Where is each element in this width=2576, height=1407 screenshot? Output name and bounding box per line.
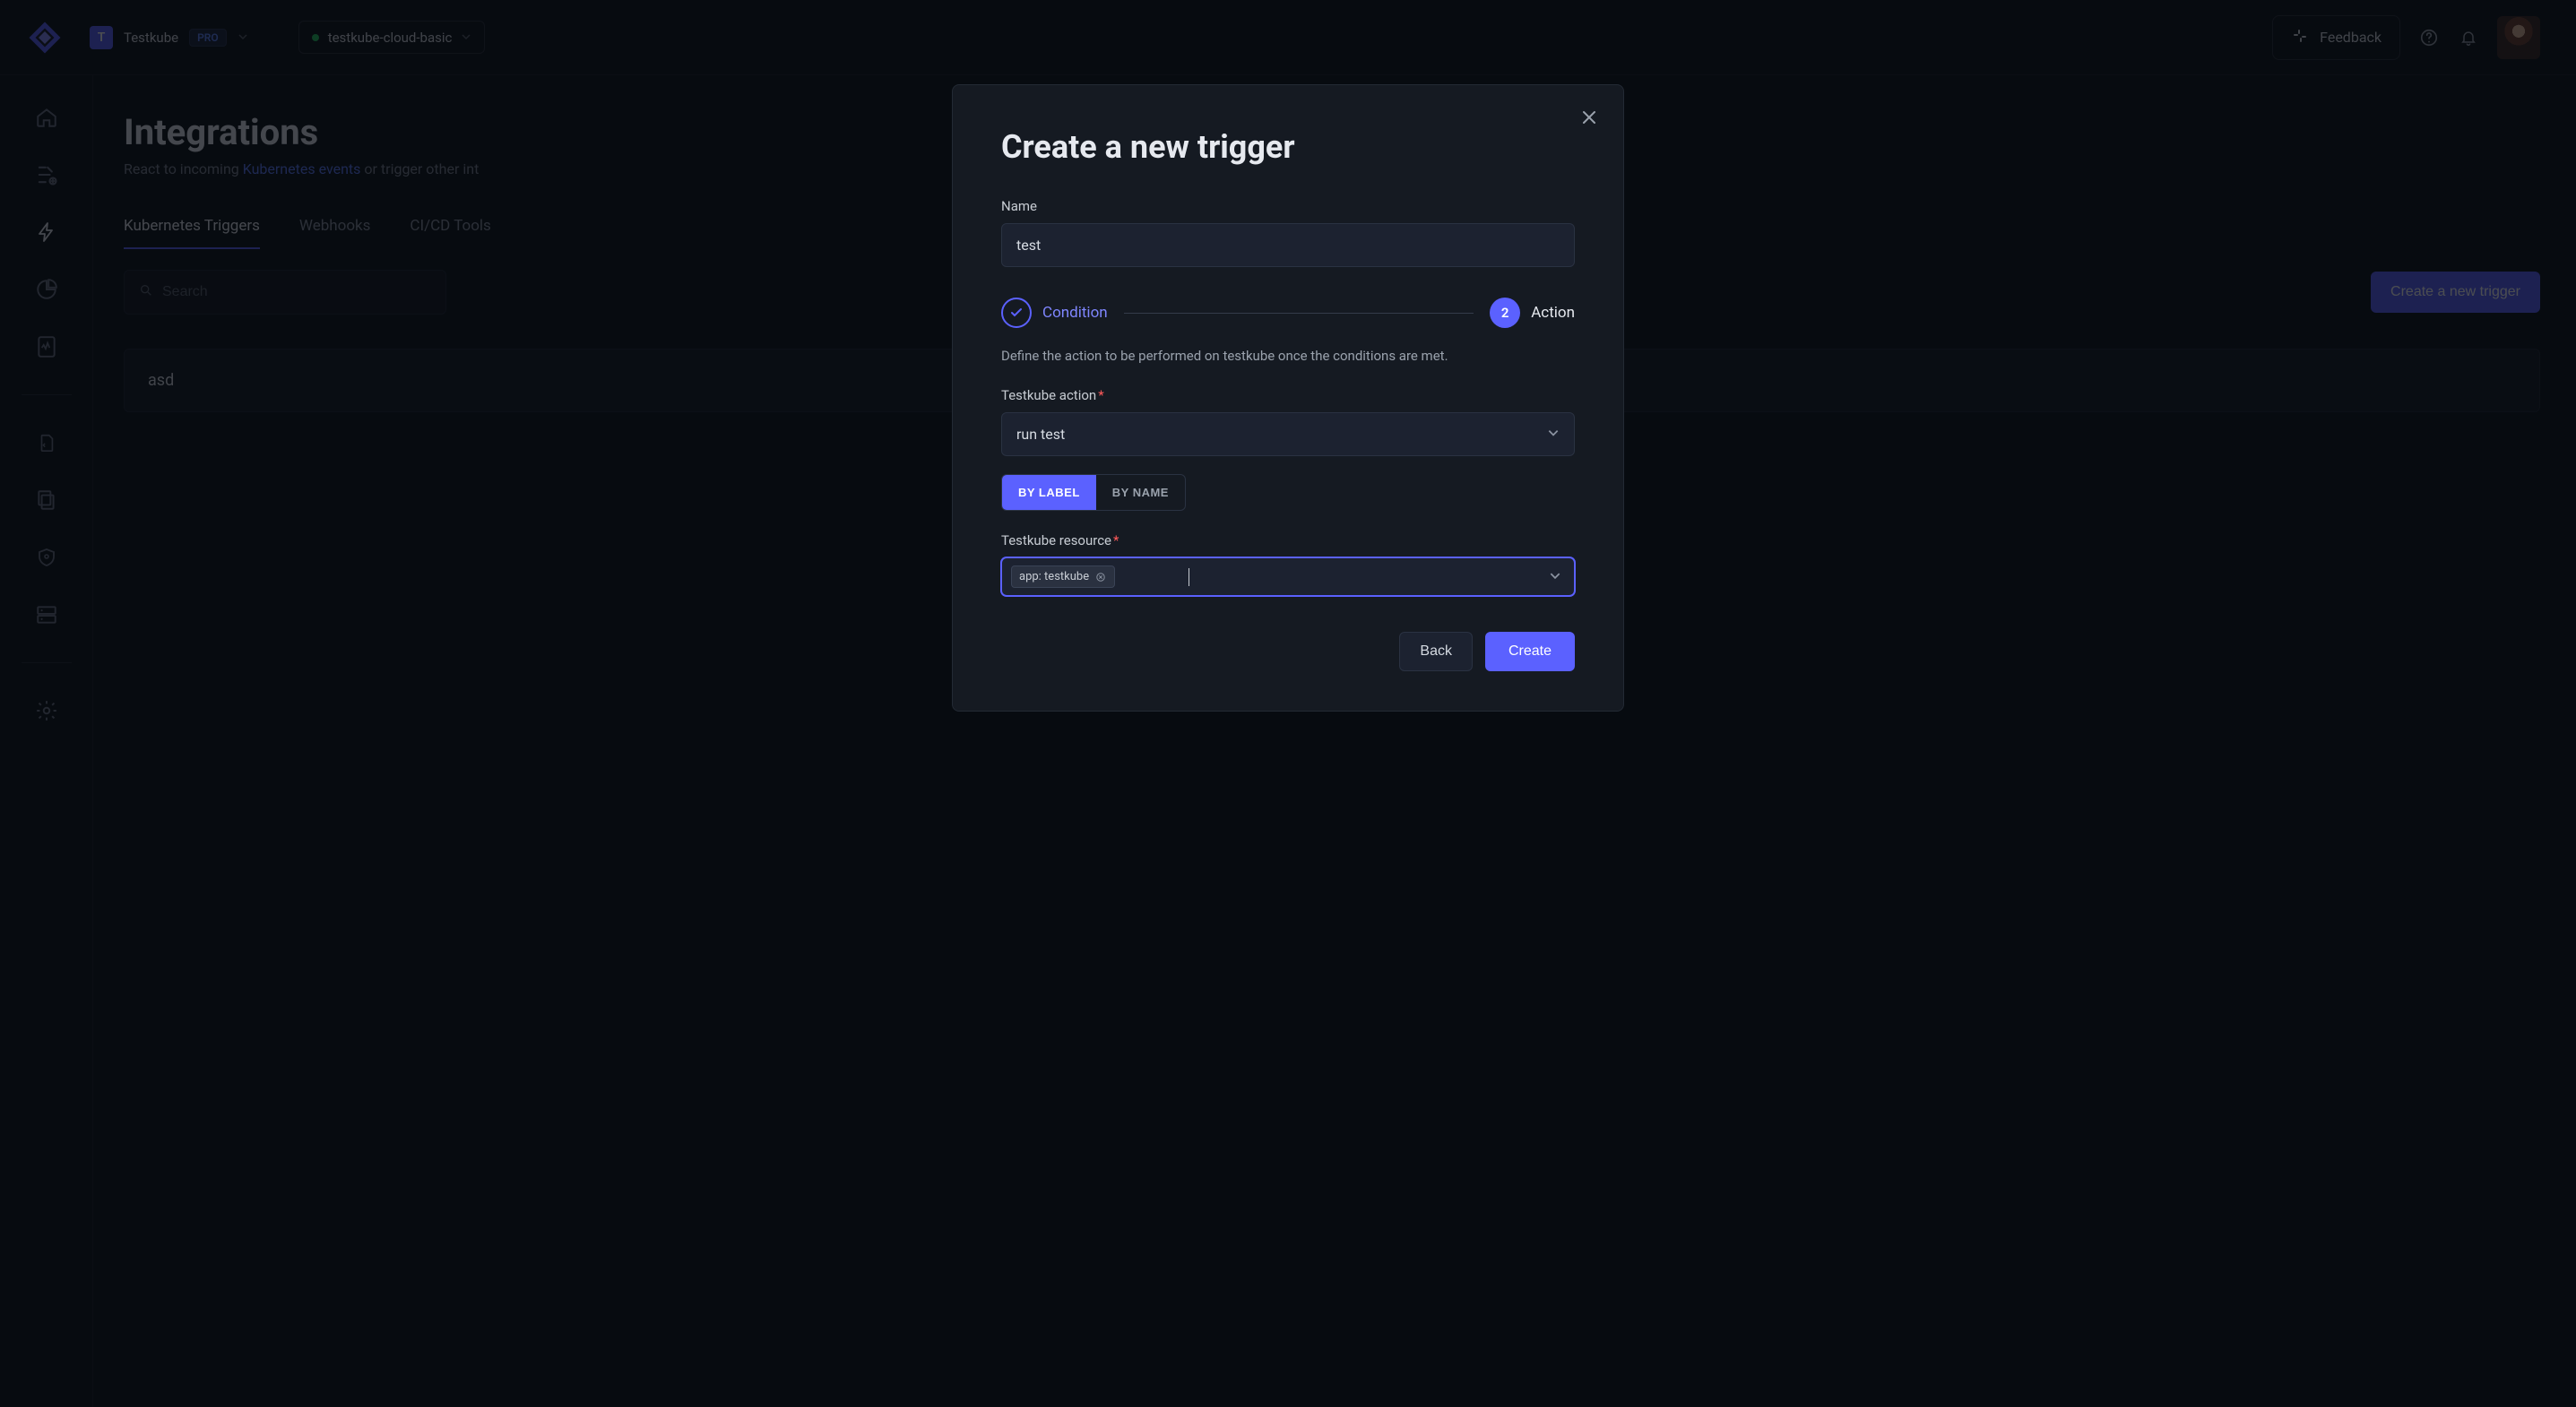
wizard-steps: Condition 2 Action (1001, 298, 1575, 328)
seg-by-name[interactable]: BY NAME (1096, 475, 1185, 510)
back-button[interactable]: Back (1399, 632, 1473, 671)
chevron-down-icon (1549, 568, 1561, 585)
resource-multiselect[interactable]: app: testkube (1001, 557, 1575, 596)
resource-label-text: Testkube resource (1001, 532, 1111, 548)
action-select[interactable]: run test (1001, 412, 1575, 456)
step-action[interactable]: 2 Action (1490, 298, 1575, 328)
name-label: Name (1001, 198, 1575, 214)
modal-overlay: Create a new trigger Name test Condition… (0, 0, 2576, 1407)
helper-text: Define the action to be performed on tes… (1001, 348, 1575, 364)
check-icon (1001, 298, 1032, 328)
step-condition[interactable]: Condition (1001, 298, 1108, 328)
resource-label: Testkube resource* (1001, 532, 1575, 548)
required-mark: * (1113, 532, 1119, 548)
remove-tag-icon[interactable] (1096, 572, 1107, 583)
chevron-down-icon (1547, 426, 1560, 443)
step-number: 2 (1490, 298, 1520, 328)
action-label-text: Testkube action (1001, 387, 1096, 403)
seg-by-label[interactable]: BY LABEL (1002, 475, 1096, 510)
create-trigger-modal: Create a new trigger Name test Condition… (952, 84, 1624, 712)
step-action-label: Action (1531, 304, 1575, 322)
close-icon[interactable] (1580, 108, 1600, 128)
resource-tag-label: app: testkube (1019, 570, 1089, 583)
create-button[interactable]: Create (1485, 632, 1575, 671)
modal-actions: Back Create (1001, 632, 1575, 671)
step-condition-label: Condition (1042, 304, 1108, 322)
action-select-value: run test (1016, 426, 1065, 443)
action-label: Testkube action* (1001, 387, 1575, 403)
resource-tag: app: testkube (1011, 565, 1115, 588)
segmented-control: BY LABEL BY NAME (1001, 474, 1186, 511)
required-mark: * (1098, 387, 1103, 403)
name-input-value: test (1016, 237, 1041, 254)
step-line (1124, 313, 1474, 314)
modal-title: Create a new trigger (1001, 128, 1575, 166)
name-input[interactable]: test (1001, 223, 1575, 267)
